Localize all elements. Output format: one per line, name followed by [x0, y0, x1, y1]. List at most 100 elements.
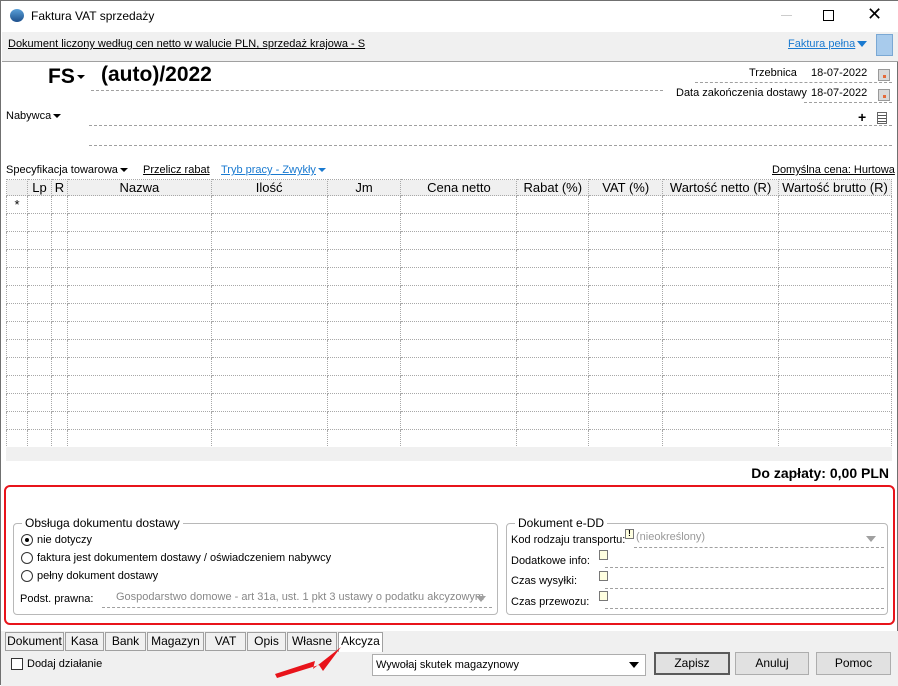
radio-not-applicable[interactable]: nie dotyczy	[21, 534, 92, 547]
table-cell[interactable]	[26, 249, 52, 268]
document-icon[interactable]	[876, 34, 893, 56]
table-cell[interactable]	[516, 429, 590, 448]
table-cell[interactable]	[210, 285, 328, 304]
table-cell[interactable]	[778, 231, 892, 250]
default-price-link[interactable]: Domyślna cena: Hurtowa	[772, 164, 895, 176]
table-cell[interactable]	[6, 267, 28, 286]
table-cell[interactable]	[400, 411, 518, 430]
table-cell[interactable]	[588, 303, 664, 322]
new-row-marker[interactable]: *	[6, 195, 28, 214]
table-cell[interactable]	[400, 303, 518, 322]
table-cell[interactable]	[662, 375, 780, 394]
table-cell[interactable]	[588, 429, 664, 448]
table-cell[interactable]	[26, 267, 52, 286]
table-cell[interactable]	[210, 231, 328, 250]
table-cell[interactable]	[662, 231, 780, 250]
table-cell[interactable]	[66, 249, 212, 268]
table-cell[interactable]	[516, 339, 590, 358]
warehouse-action-select[interactable]: Wywołaj skutek magazynowy	[372, 654, 646, 676]
cancel-button[interactable]: Anuluj	[735, 652, 809, 675]
table-cell[interactable]	[6, 393, 28, 412]
table-cell[interactable]	[50, 303, 68, 322]
table-cell[interactable]	[66, 411, 212, 430]
table-row[interactable]: *	[6, 195, 892, 214]
tab-magazyn[interactable]: Magazyn	[147, 632, 204, 651]
items-grid[interactable]: Lp R Nazwa Ilość Jm Cena netto Rabat (%) VAT (%…	[6, 179, 892, 448]
table-row[interactable]	[6, 249, 892, 268]
table-cell[interactable]	[588, 375, 664, 394]
table-cell[interactable]	[588, 195, 664, 214]
table-cell[interactable]	[326, 267, 402, 286]
table-cell[interactable]	[6, 321, 28, 340]
table-cell[interactable]	[588, 411, 664, 430]
table-cell[interactable]	[26, 231, 52, 250]
additional-info-field[interactable]	[605, 551, 884, 568]
table-cell[interactable]	[400, 339, 518, 358]
radio-invoice-is-delivery-doc[interactable]: faktura jest dokumentem dostawy / oświad…	[21, 552, 331, 565]
table-cell[interactable]	[6, 213, 28, 232]
table-cell[interactable]	[210, 429, 328, 448]
table-cell[interactable]	[516, 393, 590, 412]
column-header[interactable]: Wartość netto (R)	[662, 179, 780, 196]
table-cell[interactable]	[210, 249, 328, 268]
spec-dropdown[interactable]: Specyfikacja towarowa	[6, 164, 128, 176]
table-cell[interactable]	[210, 213, 328, 232]
table-cell[interactable]	[66, 195, 212, 214]
table-cell[interactable]	[66, 339, 212, 358]
table-cell[interactable]	[50, 213, 68, 232]
table-cell[interactable]	[66, 321, 212, 340]
table-cell[interactable]	[26, 213, 52, 232]
table-cell[interactable]	[6, 339, 28, 358]
doc-number-field[interactable]: (auto)/2022	[91, 63, 663, 91]
column-header[interactable]: R	[50, 179, 68, 196]
table-cell[interactable]	[516, 321, 590, 340]
table-cell[interactable]	[50, 357, 68, 376]
table-cell[interactable]	[326, 321, 402, 340]
table-cell[interactable]	[326, 393, 402, 412]
table-row[interactable]	[6, 429, 892, 448]
table-cell[interactable]	[778, 249, 892, 268]
table-cell[interactable]	[6, 231, 28, 250]
minimize-icon[interactable]	[781, 15, 792, 16]
table-cell[interactable]	[66, 393, 212, 412]
add-action-checkbox[interactable]: Dodaj działanie	[11, 658, 102, 671]
table-cell[interactable]	[400, 375, 518, 394]
table-cell[interactable]	[326, 213, 402, 232]
table-cell[interactable]	[66, 267, 212, 286]
transport-select[interactable]: (nieokreślony)	[634, 531, 884, 548]
table-cell[interactable]	[6, 357, 28, 376]
table-cell[interactable]	[210, 393, 328, 412]
work-mode-dropdown[interactable]: Tryb pracy - Zwykły	[221, 164, 326, 176]
table-cell[interactable]	[26, 339, 52, 358]
table-cell[interactable]	[26, 429, 52, 448]
table-cell[interactable]	[662, 285, 780, 304]
table-cell[interactable]	[50, 267, 68, 286]
table-cell[interactable]	[50, 231, 68, 250]
close-icon[interactable]: ✕	[867, 4, 882, 25]
table-cell[interactable]	[50, 393, 68, 412]
table-cell[interactable]	[26, 393, 52, 412]
table-cell[interactable]	[50, 411, 68, 430]
table-row[interactable]	[6, 231, 892, 250]
table-cell[interactable]	[6, 285, 28, 304]
column-header[interactable]: Jm	[326, 179, 402, 196]
table-cell[interactable]	[326, 375, 402, 394]
legal-basis-select[interactable]: Gospodarstwo domowe - art 31a, ust. 1 pk…	[102, 591, 492, 608]
table-cell[interactable]	[588, 321, 664, 340]
recalc-discount-link[interactable]: Przelicz rabat	[143, 164, 210, 176]
table-cell[interactable]	[778, 339, 892, 358]
table-row[interactable]	[6, 411, 892, 430]
table-cell[interactable]	[778, 195, 892, 214]
maximize-icon[interactable]	[823, 10, 834, 21]
table-cell[interactable]	[662, 249, 780, 268]
table-cell[interactable]	[6, 375, 28, 394]
table-cell[interactable]	[50, 195, 68, 214]
tab-vat[interactable]: VAT	[205, 632, 246, 651]
column-header[interactable]: Lp	[26, 179, 52, 196]
table-cell[interactable]	[588, 213, 664, 232]
table-cell[interactable]	[662, 267, 780, 286]
buyer-dropdown[interactable]: Nabywca	[6, 110, 62, 122]
table-cell[interactable]	[66, 429, 212, 448]
table-cell[interactable]	[662, 321, 780, 340]
table-cell[interactable]	[6, 303, 28, 322]
